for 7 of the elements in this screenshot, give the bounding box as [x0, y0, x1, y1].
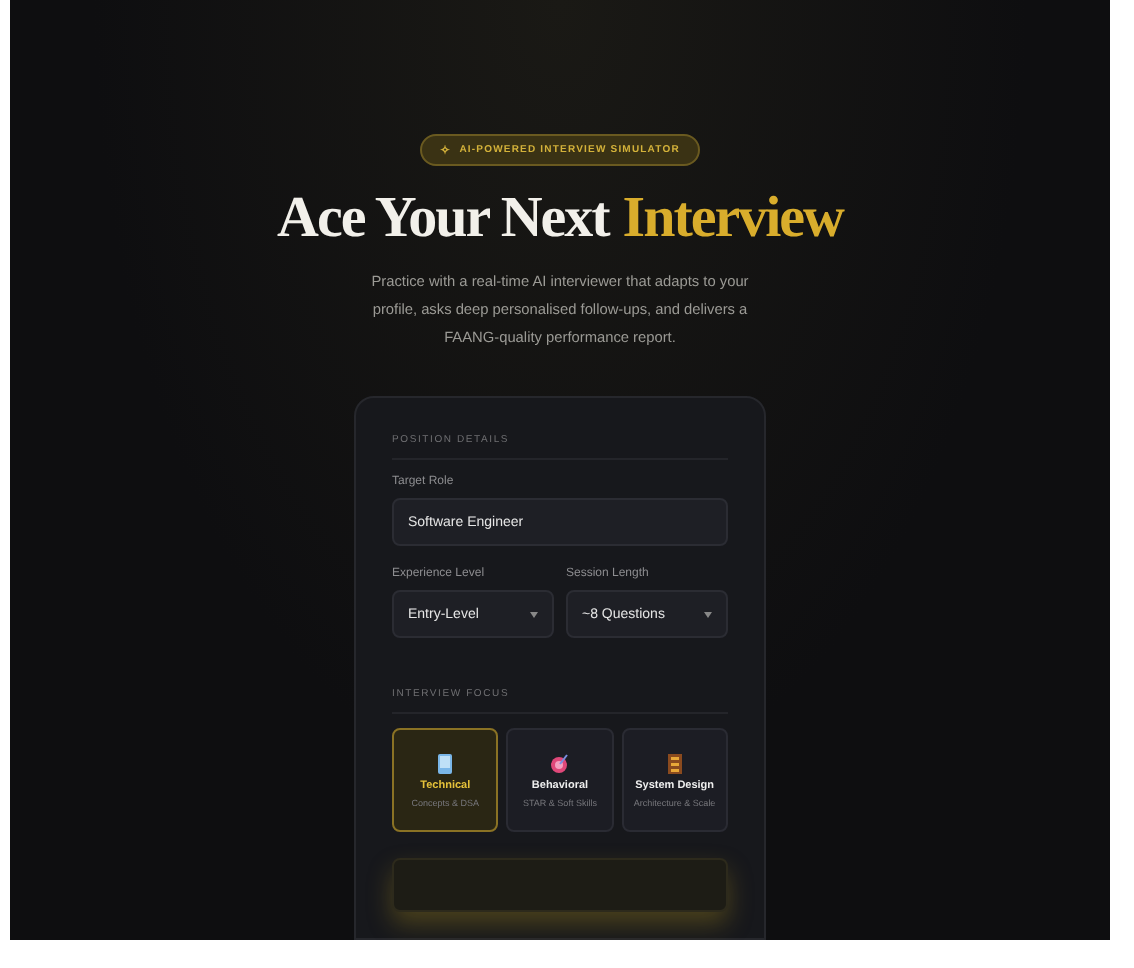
caret-icon	[530, 611, 538, 617]
caret-icon	[704, 611, 712, 617]
headline: Ace Your Next	[277, 186, 609, 252]
target-icon	[550, 753, 569, 773]
headline-accent: Interview	[622, 186, 843, 252]
tablet-icon	[436, 753, 455, 773]
building-icon	[665, 753, 684, 773]
